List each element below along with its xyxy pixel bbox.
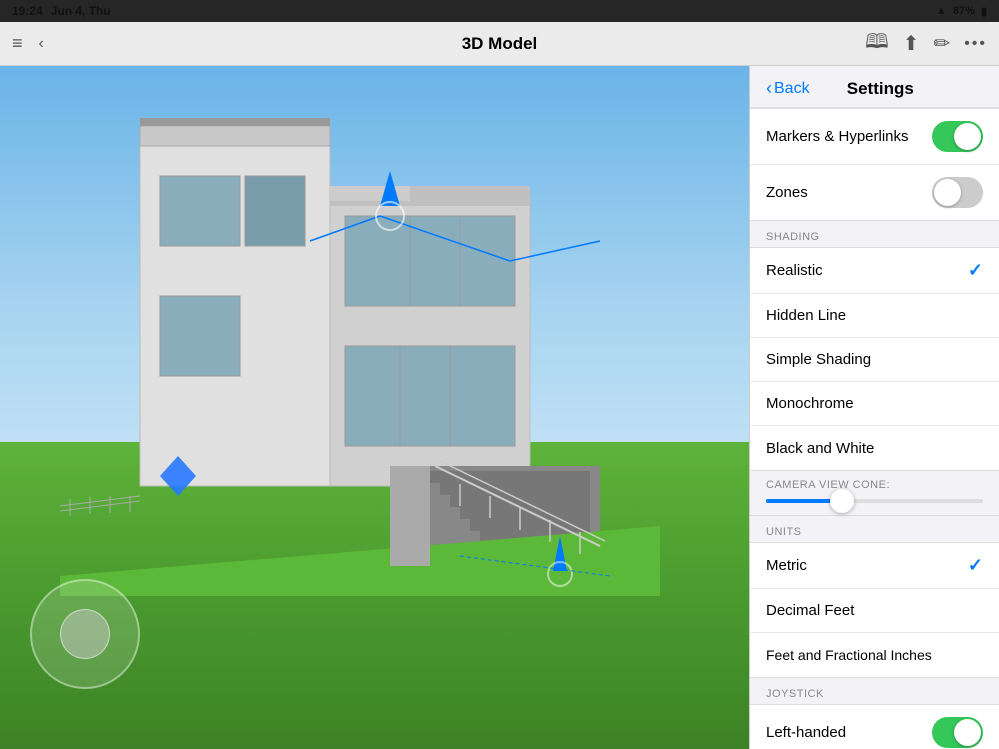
more-icon[interactable]: •••	[964, 35, 987, 53]
units-fractional-inches[interactable]: Feet and Fractional Inches	[750, 633, 999, 677]
realistic-checkmark: ✓	[968, 260, 983, 281]
units-decimal-feet[interactable]: Decimal Feet	[750, 589, 999, 633]
camera-cone-label: CAMERA VIEW CONE:	[766, 479, 983, 491]
nav-right: 🕮 ⬆ ✏ •••	[865, 27, 987, 61]
camera-cone-thumb[interactable]	[830, 489, 854, 513]
building-svg	[60, 96, 660, 596]
back-nav-icon[interactable]: ‹	[39, 35, 44, 53]
general-settings-group: Markers & Hyperlinks Zones	[750, 108, 999, 221]
toggle-thumb-zones	[934, 179, 961, 206]
joystick-section: JOYSTICK Left-handed	[750, 678, 999, 749]
joystick-label: JOYSTICK	[750, 678, 999, 704]
units-metric[interactable]: Metric ✓	[750, 543, 999, 589]
nav-title: 3D Model	[462, 34, 538, 54]
time: 19:24	[12, 4, 43, 18]
joystick-group: Left-handed	[750, 704, 999, 749]
settings-header: ‹ Back Settings	[750, 66, 999, 108]
monochrome-label: Monochrome	[766, 395, 854, 412]
shading-monochrome[interactable]: Monochrome	[750, 382, 999, 426]
left-handed-toggle[interactable]	[932, 717, 983, 748]
units-options-group: Metric ✓ Decimal Feet Feet and Fractiona…	[750, 542, 999, 678]
metric-checkmark: ✓	[968, 555, 983, 576]
bookmark-icon[interactable]: 🕮	[865, 27, 889, 61]
shading-label: SHADING	[750, 221, 999, 247]
shading-section: SHADING Realistic ✓ Hidden Line Simple S…	[750, 221, 999, 471]
decimal-feet-label: Decimal Feet	[766, 602, 854, 619]
status-bar: 19:24 Jun 4, Thu ▲ 87% ▮	[0, 0, 999, 22]
shading-options-group: Realistic ✓ Hidden Line Simple Shading M…	[750, 247, 999, 471]
settings-title: Settings	[847, 79, 954, 99]
units-label: UNITS	[750, 516, 999, 542]
share-icon[interactable]: ⬆	[903, 31, 920, 56]
toggle-thumb	[954, 123, 981, 150]
battery-percentage: 87%	[953, 5, 975, 17]
markers-hyperlinks-item: Markers & Hyperlinks	[750, 109, 999, 165]
markers-hyperlinks-label: Markers & Hyperlinks	[766, 128, 909, 145]
nav-left: ≡ ‹	[12, 33, 44, 54]
black-white-label: Black and White	[766, 440, 874, 457]
simple-shading-label: Simple Shading	[766, 351, 871, 368]
back-chevron-icon: ‹	[766, 78, 772, 99]
shading-realistic[interactable]: Realistic ✓	[750, 248, 999, 294]
back-label[interactable]: Back	[774, 80, 810, 98]
units-section: UNITS Metric ✓ Decimal Feet Feet and Fra…	[750, 516, 999, 678]
joystick-control[interactable]	[30, 579, 140, 689]
nav-bar: ≡ ‹ 3D Model 🕮 ⬆ ✏ •••	[0, 22, 999, 66]
status-right: ▲ 87% ▮	[936, 5, 987, 18]
left-handed-item: Left-handed	[750, 705, 999, 749]
camera-cone-slider[interactable]	[766, 499, 983, 503]
left-handed-label: Left-handed	[766, 724, 846, 741]
zones-item: Zones	[750, 165, 999, 220]
toggle-thumb-left	[954, 719, 981, 746]
settings-panel: ‹ Back Settings Markers & Hyperlinks Zon…	[749, 66, 999, 749]
fractional-inches-label: Feet and Fractional Inches	[766, 647, 932, 663]
3d-view[interactable]	[0, 66, 749, 749]
markers-hyperlinks-toggle[interactable]	[932, 121, 983, 152]
status-left: 19:24 Jun 4, Thu	[12, 4, 111, 18]
metric-label: Metric	[766, 557, 807, 574]
shading-simple[interactable]: Simple Shading	[750, 338, 999, 382]
date: Jun 4, Thu	[51, 4, 111, 18]
shading-hidden-line[interactable]: Hidden Line	[750, 294, 999, 338]
zones-label: Zones	[766, 184, 808, 201]
hidden-line-label: Hidden Line	[766, 307, 846, 324]
shading-black-white[interactable]: Black and White	[750, 426, 999, 470]
back-button[interactable]: ‹ Back	[766, 78, 810, 99]
pencil-icon[interactable]: ✏	[933, 31, 950, 56]
hamburger-menu-icon[interactable]: ≡	[12, 33, 23, 54]
joystick-inner	[60, 609, 110, 659]
realistic-label: Realistic	[766, 262, 823, 279]
zones-toggle[interactable]	[932, 177, 983, 208]
wifi-icon: ▲	[936, 5, 947, 17]
camera-view-cone-section: CAMERA VIEW CONE:	[750, 471, 999, 516]
battery-icon: ▮	[981, 5, 987, 18]
